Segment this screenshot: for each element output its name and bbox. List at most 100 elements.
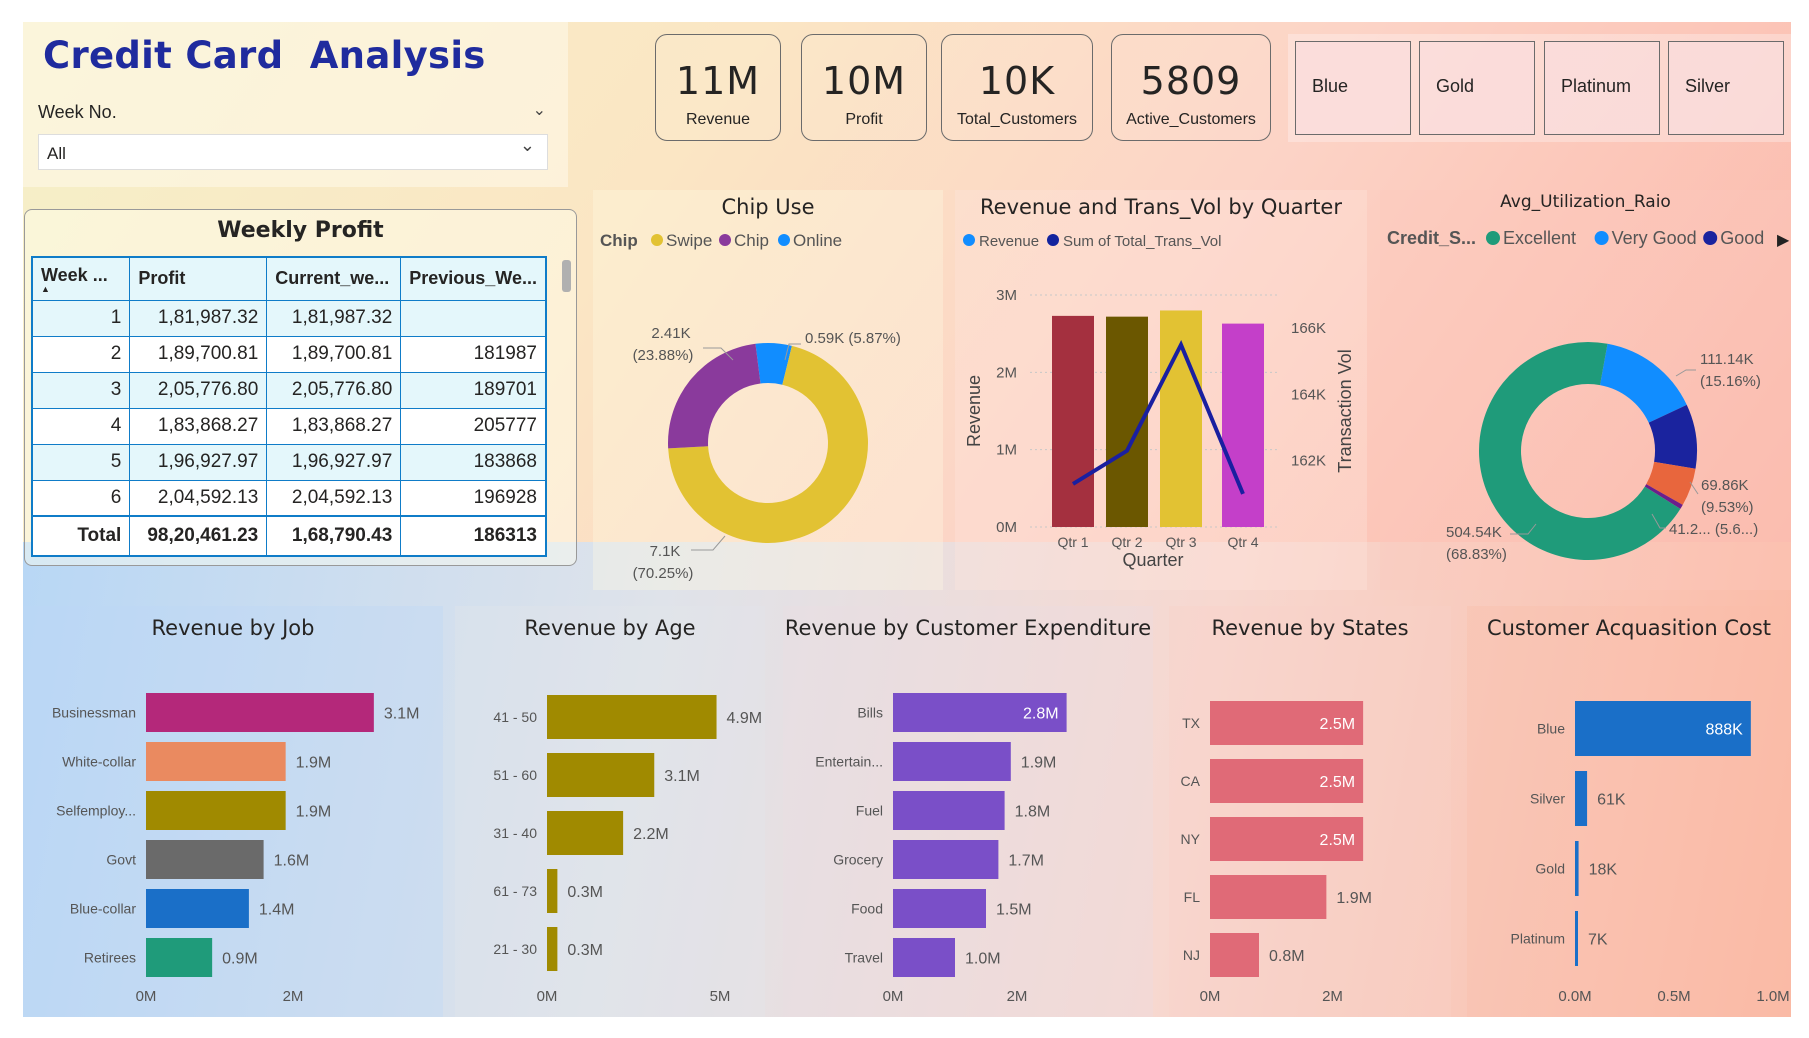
rev-job-panel: Revenue by Job Businessman 3.1M White-coll… bbox=[23, 606, 443, 1017]
bar bbox=[893, 742, 1011, 781]
kpi-label: Profit bbox=[845, 111, 883, 128]
bar bbox=[1575, 841, 1579, 896]
chart-title: Revenue and Trans_Vol by Quarter bbox=[980, 195, 1342, 219]
category-button-platinum[interactable]: Platinum bbox=[1544, 41, 1660, 135]
category-label: Platinum bbox=[1511, 931, 1565, 947]
data-label: 2.5M bbox=[1320, 832, 1356, 849]
slicer-value: All bbox=[47, 144, 66, 163]
category-label: Silver bbox=[1530, 791, 1565, 807]
bar bbox=[1052, 315, 1094, 527]
category-label: 51 - 60 bbox=[493, 767, 537, 783]
x-tick-label: 5M bbox=[710, 988, 731, 1005]
category-label: White-collar bbox=[62, 754, 136, 770]
bar bbox=[547, 753, 655, 797]
data-label: 1.8M bbox=[1015, 804, 1051, 821]
x-tick-label: 1.0M bbox=[1756, 988, 1789, 1005]
rev-age-panel: Revenue by Age 41 - 50 4.9M 51 - 60 3.1M 31 … bbox=[455, 606, 765, 1017]
column-header[interactable]: Profit bbox=[129, 256, 268, 301]
table-row[interactable]: 4 1,83,868.27 1,83,868.27 205777 bbox=[31, 407, 547, 445]
chip-use-panel: Chip Use Chip Swipe Chip Online 2.41K (23.88%… bbox=[593, 190, 943, 590]
x-tick-label: 0M bbox=[883, 988, 904, 1005]
chart-title: Chip Use bbox=[721, 195, 815, 219]
data-label: 2.5M bbox=[1320, 716, 1356, 733]
bar bbox=[1575, 771, 1588, 826]
category-label: Blue bbox=[1537, 721, 1565, 737]
x-tick-label: 0.0M bbox=[1558, 988, 1591, 1005]
category-label: Retirees bbox=[84, 950, 136, 966]
legend-marker bbox=[651, 234, 663, 246]
table-cell: 1,89,700.81 bbox=[129, 335, 268, 373]
bar bbox=[146, 693, 374, 732]
table-cell: 1,81,987.32 bbox=[129, 299, 268, 337]
weekly-profit-panel: Weekly Profit Week ... ▲ Profit Current_w… bbox=[24, 209, 577, 566]
column-header[interactable]: Previous_We... bbox=[400, 256, 547, 301]
legend-item: Excellent bbox=[1503, 228, 1576, 248]
x-tick-label: 2M bbox=[283, 988, 304, 1005]
category-label: 31 - 40 bbox=[493, 825, 537, 841]
data-label: 4.9M bbox=[727, 710, 763, 727]
data-label: (68.83%) bbox=[1446, 546, 1507, 563]
rev-job-chart: Businessman 3.1M White-collar 1.9M Selfemplo… bbox=[52, 693, 419, 1005]
table-row[interactable]: 1 1,81,987.32 1,81,987.32 bbox=[31, 299, 547, 337]
category-label: Businessman bbox=[52, 705, 136, 721]
data-label: (9.53%) bbox=[1701, 499, 1754, 516]
table-cell: 2,05,776.80 bbox=[129, 371, 268, 409]
category-label: NY bbox=[1181, 831, 1201, 847]
slicer-dropdown[interactable]: All ⌄ bbox=[38, 134, 548, 170]
legend-marker bbox=[1486, 231, 1500, 245]
legend-item: Revenue bbox=[979, 233, 1039, 250]
data-label: 0.8M bbox=[1269, 948, 1305, 965]
x-tick-label: Qtr 1 bbox=[1057, 534, 1088, 550]
week-slicer[interactable]: Week No. ⌄ All ⌄ bbox=[38, 92, 558, 182]
dashboard-canvas: Credit Card Analysis Week No. ⌄ All ⌄ 11… bbox=[23, 22, 1791, 1017]
rev-trans-panel: Revenue and Trans_Vol by Quarter Revenue… bbox=[955, 190, 1367, 590]
chart-title: Revenue by States bbox=[1211, 616, 1409, 640]
y-tick-label: 0M bbox=[996, 519, 1017, 536]
bar bbox=[146, 938, 213, 977]
x-tick-label: 0M bbox=[1200, 988, 1221, 1005]
chip-use-chart: Chip Swipe Chip Online 2.41K (23.88%) 0.59K (5… bbox=[600, 231, 901, 582]
column-header[interactable]: Week ... ▲ bbox=[31, 256, 131, 301]
rev-exp-panel: Revenue by Customer Expenditure Bills 2.8… bbox=[783, 606, 1153, 1017]
kpi-value: 11M bbox=[675, 59, 761, 103]
table-row[interactable]: 6 2,04,592.13 2,04,592.13 196928 bbox=[31, 479, 547, 517]
category-label: Govt bbox=[106, 852, 136, 868]
table-cell: 1,81,987.32 bbox=[266, 299, 402, 337]
x-axis-label: Quarter bbox=[1122, 550, 1183, 570]
table-cell: 183868 bbox=[400, 443, 547, 481]
table-scrollbar[interactable] bbox=[562, 260, 571, 292]
data-label: 2.8M bbox=[1023, 706, 1059, 723]
legend-item: Online bbox=[793, 231, 842, 250]
category-button-gold[interactable]: Gold bbox=[1419, 41, 1535, 135]
chart-title: Avg_Utilization_Raio bbox=[1500, 192, 1671, 212]
category-button-silver[interactable]: Silver bbox=[1668, 41, 1784, 135]
rev-trans-chart: Revenue Sum of Total_Trans_Vol 3M 2M 1M 0M 166… bbox=[963, 233, 1355, 570]
category-label: Platinum bbox=[1561, 76, 1632, 96]
data-label: 1.9M bbox=[1021, 755, 1057, 772]
data-label: 111.14K bbox=[1700, 351, 1754, 368]
column-header[interactable]: Current_we... bbox=[266, 256, 402, 301]
legend-item: Chip bbox=[734, 231, 769, 250]
table-cell: 6 bbox=[31, 479, 131, 517]
bar bbox=[547, 695, 717, 739]
table-row[interactable]: 2 1,89,700.81 1,89,700.81 181987 bbox=[31, 335, 547, 373]
y-axis-label: Revenue bbox=[964, 375, 984, 447]
category-label: Blue-collar bbox=[70, 901, 136, 917]
category-button-blue[interactable]: Blue bbox=[1295, 41, 1411, 135]
chevron-down-icon[interactable]: ⌄ bbox=[520, 135, 535, 156]
table-row[interactable]: 5 1,96,927.97 1,96,927.97 183868 bbox=[31, 443, 547, 481]
data-label: (70.25%) bbox=[633, 565, 694, 582]
chevron-down-icon[interactable]: ⌄ bbox=[533, 100, 546, 120]
table-cell: 1,83,868.27 bbox=[129, 407, 268, 445]
legend-marker bbox=[719, 234, 731, 246]
legend-marker bbox=[1047, 234, 1059, 246]
kpi-revenue: 11M Revenue bbox=[655, 34, 781, 141]
category-label: 21 - 30 bbox=[493, 941, 537, 957]
data-label: 1.4M bbox=[259, 902, 295, 919]
legend-marker bbox=[1703, 231, 1718, 245]
table-row[interactable]: 3 2,05,776.80 2,05,776.80 189701 bbox=[31, 371, 547, 409]
x-tick-label: Qtr 4 bbox=[1227, 534, 1258, 550]
bar bbox=[1222, 323, 1264, 527]
kpi-value: 10K bbox=[978, 59, 1056, 103]
kpi-value: 10M bbox=[821, 59, 907, 103]
